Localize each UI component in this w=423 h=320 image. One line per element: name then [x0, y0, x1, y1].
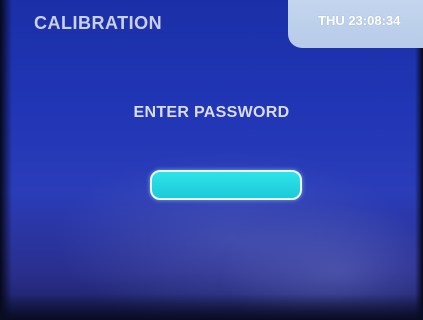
- bezel-right: [415, 0, 423, 320]
- bezel-bottom: [0, 294, 423, 320]
- clock-display: THU 23:08:34: [318, 13, 401, 28]
- calibration-screen: CALIBRATION THU 23:08:34 ENTER PASSWORD: [0, 0, 423, 320]
- password-prompt: ENTER PASSWORD: [133, 104, 290, 121]
- password-input[interactable]: [150, 170, 302, 200]
- header-bar: CALIBRATION THU 23:08:34: [0, 0, 423, 48]
- bezel-left: [0, 0, 12, 320]
- screen-title: CALIBRATION: [34, 13, 163, 33]
